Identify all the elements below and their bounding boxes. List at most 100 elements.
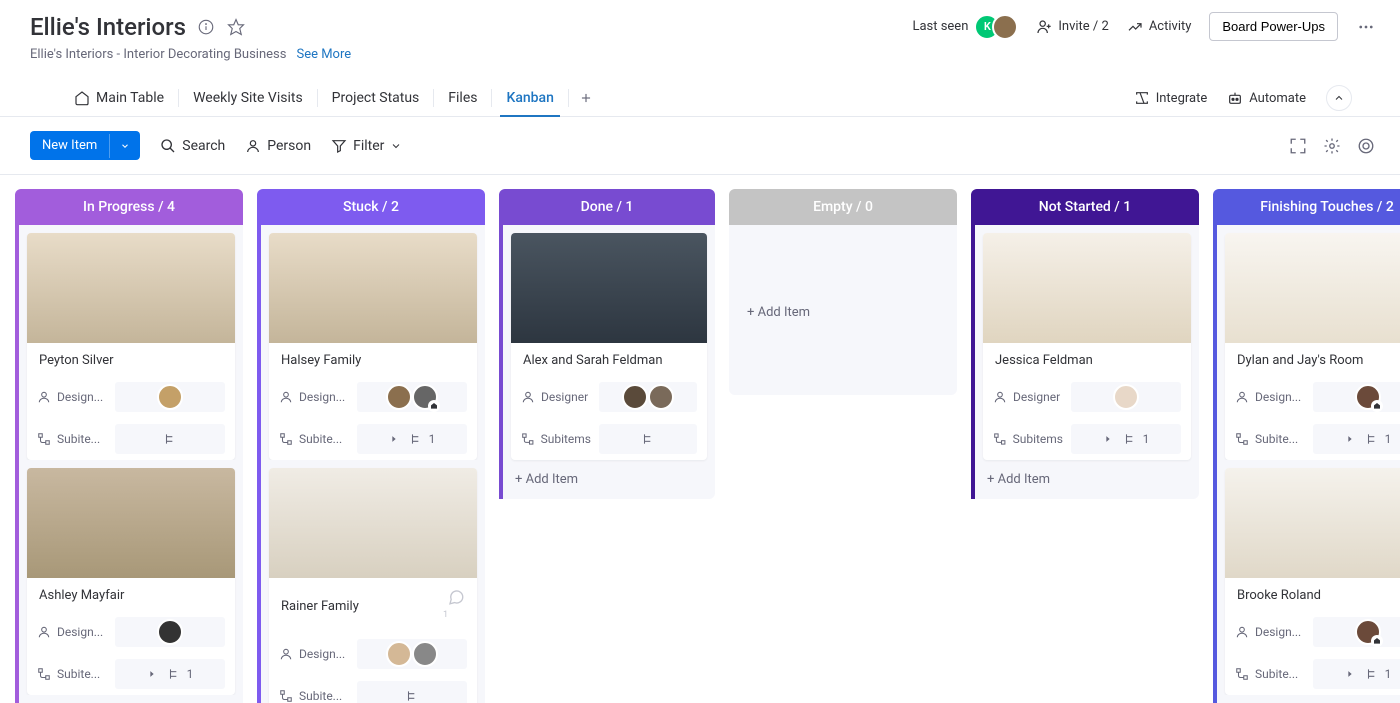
see-more-link[interactable]: See More [296, 47, 351, 62]
kanban-card[interactable]: Alex and Sarah FeldmanDesignerSubitems [511, 233, 707, 460]
add-item-button[interactable]: + Add Item [971, 460, 1199, 499]
column-header[interactable]: Empty / 0 [729, 189, 957, 225]
card-title[interactable]: Alex and Sarah Feldman [523, 353, 663, 368]
integrate-label: Integrate [1156, 91, 1208, 106]
subitems-value[interactable]: 1 [115, 659, 225, 689]
integrate-button[interactable]: Integrate [1134, 90, 1208, 106]
designer-value[interactable] [599, 382, 697, 412]
subitems-value[interactable] [115, 424, 225, 454]
designer-value[interactable] [115, 617, 225, 647]
new-item-button[interactable]: New Item [30, 131, 140, 160]
subitems-label: Subitems [521, 432, 591, 446]
subitems-value[interactable]: 1 [1071, 424, 1181, 454]
tree-icon [163, 432, 177, 446]
designer-label: Design... [279, 647, 349, 661]
designer-label: Design... [37, 625, 107, 639]
info-icon[interactable] [196, 17, 216, 37]
column-header[interactable]: Done / 1 [499, 189, 715, 225]
subitems-value[interactable]: 1 [357, 424, 467, 454]
designer-row: Design... [1225, 376, 1400, 418]
kanban-card[interactable]: Peyton SilverDesign...Subite... [27, 233, 235, 460]
kanban-card[interactable]: Rainer Family1Design...Subite... [269, 468, 477, 703]
collapse-button[interactable] [1326, 85, 1352, 111]
star-icon[interactable] [226, 17, 246, 37]
toolbar-left: New Item Search Person Filter [30, 131, 402, 160]
tree-icon [167, 667, 181, 681]
card-title[interactable]: Rainer Family [281, 599, 359, 614]
subitems-row: Subitems [511, 418, 707, 460]
column-header[interactable]: Not Started / 1 [971, 189, 1199, 225]
card-image [511, 233, 707, 343]
tab-weekly[interactable]: Weekly Site Visits [179, 80, 317, 116]
subitems-label: Subite... [37, 667, 107, 681]
toolbar: New Item Search Person Filter [0, 117, 1400, 175]
chat-icon[interactable]: 1 [447, 588, 465, 625]
activity-button[interactable]: Activity [1127, 19, 1192, 35]
card-title[interactable]: Peyton Silver [39, 353, 114, 368]
kanban-card[interactable]: Jessica FeldmanDesignerSubitems1 [983, 233, 1191, 460]
add-item-button[interactable]: + Add Item [1213, 695, 1400, 703]
tab-project-status[interactable]: Project Status [318, 80, 434, 116]
tab-kanban[interactable]: Kanban [492, 80, 567, 116]
tree-icon [1123, 432, 1137, 446]
designer-value[interactable] [1071, 382, 1181, 412]
last-seen[interactable]: Last seen K [912, 14, 1018, 40]
new-item-caret[interactable] [109, 134, 140, 158]
add-tab-button[interactable] [569, 83, 603, 113]
card-wrap: Ashley Mayfair Design... Subite... 1 [15, 460, 243, 695]
tab-label: Project Status [332, 90, 420, 106]
robot-icon [1227, 90, 1243, 106]
search-label: Search [182, 138, 225, 154]
kanban-card[interactable]: Dylan and Jay's Room Design...Subite...1 [1225, 233, 1400, 460]
search-tool[interactable]: Search [160, 138, 225, 154]
help-icon[interactable] [1356, 136, 1376, 156]
subitems-value[interactable] [599, 424, 697, 454]
subitems-value[interactable]: 1 [1313, 424, 1400, 454]
card-title[interactable]: Dylan and Jay's Room [1237, 353, 1363, 368]
powerups-button[interactable]: Board Power-Ups [1209, 12, 1338, 41]
fullscreen-icon[interactable] [1288, 136, 1308, 156]
column-header[interactable]: Finishing Touches / 2 [1213, 189, 1400, 225]
designer-value[interactable] [1313, 382, 1400, 412]
subitems-label: Subite... [279, 432, 349, 446]
settings-icon[interactable] [1322, 136, 1342, 156]
tab-files[interactable]: Files [434, 80, 491, 116]
card-title[interactable]: Halsey Family [281, 353, 361, 368]
subitems-label: Subitems [993, 432, 1063, 446]
subitems-value[interactable] [357, 681, 467, 703]
add-item-button[interactable]: + Add Item [729, 225, 957, 320]
more-icon[interactable] [1356, 17, 1376, 37]
invite-button[interactable]: Invite / 2 [1036, 19, 1108, 35]
tree-icon [641, 432, 655, 446]
column-header[interactable]: In Progress / 4 [15, 189, 243, 225]
automate-button[interactable]: Automate [1227, 90, 1306, 106]
card-title[interactable]: Ashley Mayfair [39, 588, 124, 603]
subitem-count: 1 [187, 667, 194, 681]
column-body: Halsey FamilyDesign...Subite...1Rainer F… [257, 225, 485, 703]
kanban-card[interactable]: Brooke RolandDesign...Subite...1 [1225, 468, 1400, 695]
card-title[interactable]: Jessica Feldman [995, 353, 1093, 368]
board-title[interactable]: Ellie's Interiors [30, 13, 186, 41]
person-tool[interactable]: Person [245, 138, 311, 154]
add-item-button[interactable]: + Add Item [499, 460, 715, 499]
kanban-card[interactable]: Ashley Mayfair Design... Subite... 1 [27, 468, 235, 695]
column-header[interactable]: Stuck / 2 [257, 189, 485, 225]
add-item-button[interactable]: + Add Item [15, 695, 243, 703]
card-title-row: Rainer Family 1 [269, 578, 477, 633]
avatar [412, 641, 438, 667]
designer-value[interactable] [357, 382, 467, 412]
tab-main-table[interactable]: Main Table [60, 80, 178, 116]
person-icon [245, 138, 261, 154]
chevron-down-icon [390, 140, 402, 152]
designer-value[interactable] [357, 639, 467, 669]
card-image [269, 233, 477, 343]
card-title[interactable]: Brooke Roland [1237, 588, 1321, 603]
kanban-card[interactable]: Halsey FamilyDesign...Subite...1 [269, 233, 477, 460]
filter-tool[interactable]: Filter [331, 138, 402, 154]
designer-row: Design... [27, 611, 235, 653]
subitems-row: Subite...1 [1225, 418, 1400, 460]
designer-value[interactable] [115, 382, 225, 412]
subitems-value[interactable]: 1 [1313, 659, 1400, 689]
card-title-row: Halsey Family [269, 343, 477, 376]
designer-value[interactable] [1313, 617, 1400, 647]
